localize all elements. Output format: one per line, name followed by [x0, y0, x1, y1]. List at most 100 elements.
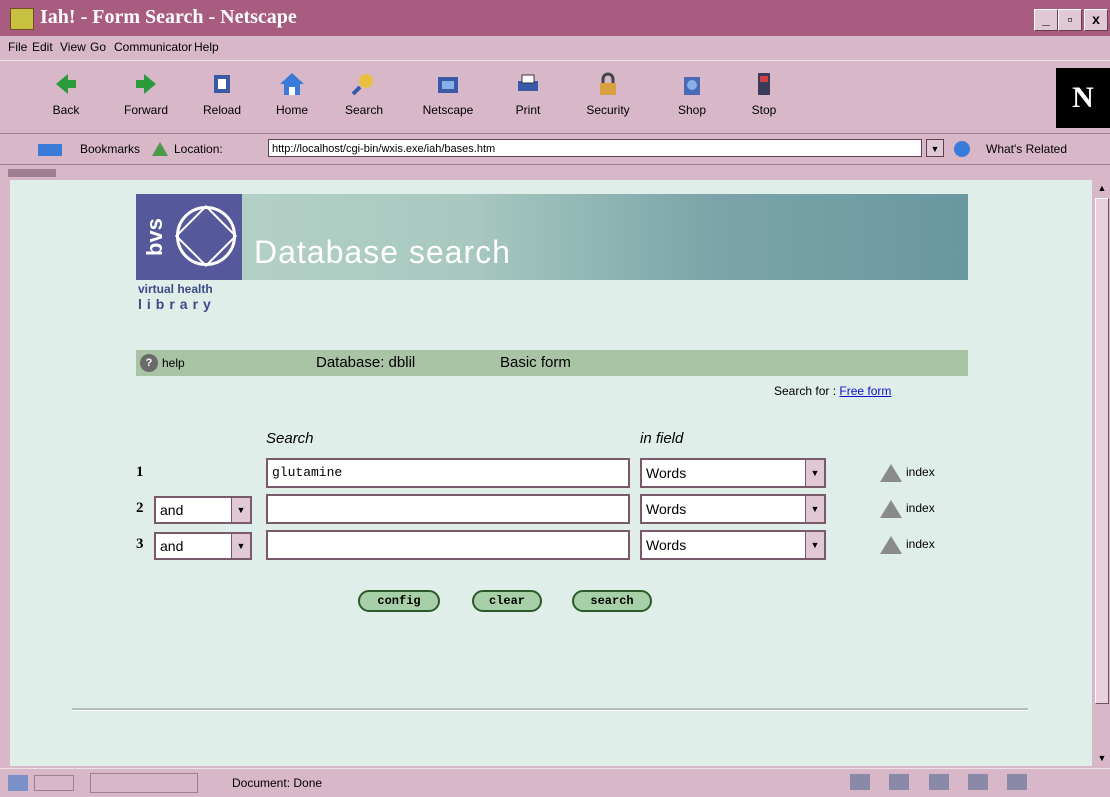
close-button[interactable]: x	[1084, 9, 1108, 31]
help-bar: ? help Database: dblil Basic form	[136, 350, 968, 376]
vhl-line1: virtual health	[138, 282, 213, 296]
scroll-thumb[interactable]	[1095, 198, 1109, 704]
page-content: bvs Database search virtual health libra…	[10, 180, 1092, 766]
scroll-up-icon[interactable]: ▲	[1094, 180, 1110, 196]
index-link-3[interactable]: index	[880, 536, 935, 554]
search-term-input-3[interactable]	[266, 530, 630, 560]
url-input[interactable]: http://localhost/cgi-bin/wxis.exe/iah/ba…	[268, 139, 922, 157]
netscape-icon	[438, 77, 458, 93]
collapse-tab-strip	[0, 165, 1110, 179]
warning-triangle-icon	[880, 500, 902, 518]
menu-edit[interactable]: Edit	[32, 40, 53, 54]
address-book-icon[interactable]	[968, 774, 989, 790]
browser-window: Iah! - Form Search - Netscape _ ▫ x File…	[0, 0, 1110, 797]
search-submit-button[interactable]: search	[572, 590, 652, 612]
chevron-down-icon: ▼	[805, 496, 824, 522]
help-link[interactable]: help	[162, 356, 185, 370]
vertical-scrollbar[interactable]: ▲ ▼	[1094, 180, 1110, 766]
reload-button[interactable]: Reload	[192, 67, 252, 129]
composer-icon[interactable]	[1007, 774, 1028, 790]
forward-button[interactable]: Forward	[116, 67, 176, 129]
bvs-logo-text: bvs	[142, 218, 167, 256]
database-label: Database: dblil	[316, 354, 416, 371]
location-toolbar: Bookmarks Location: http://localhost/cgi…	[0, 134, 1110, 165]
index-link-2[interactable]: index	[880, 500, 935, 518]
menu-go[interactable]: Go	[90, 40, 106, 54]
search-term-input-2[interactable]	[266, 494, 630, 524]
status-text: Document: Done	[232, 776, 323, 790]
home-icon	[280, 73, 304, 95]
search-for-label: Search for :	[774, 384, 837, 398]
collapse-tab[interactable]	[8, 169, 56, 177]
home-button[interactable]: Home	[262, 67, 322, 129]
url-dropdown-button[interactable]: ▼	[926, 139, 944, 157]
security-button[interactable]: Security	[578, 67, 638, 129]
search-label: Search	[344, 103, 384, 117]
index-link-1[interactable]: index	[880, 464, 935, 482]
field-select-3[interactable]: Words ▼	[640, 530, 826, 560]
chevron-down-icon: ▼	[805, 460, 824, 486]
mail-icon[interactable]	[889, 774, 910, 790]
navigation-toolbar: Back Forward Reload Home Search Netscape…	[0, 60, 1110, 134]
stop-button[interactable]: Stop	[734, 67, 794, 129]
content-left-edge	[0, 180, 10, 766]
row-number-1: 1	[136, 464, 144, 480]
config-button[interactable]: config	[358, 590, 440, 612]
bvs-logo: bvs	[136, 194, 242, 280]
field-select-2[interactable]: Words ▼	[640, 494, 826, 524]
help-icon[interactable]: ?	[140, 354, 158, 372]
maximize-button[interactable]: ▫	[1058, 9, 1082, 31]
clear-button[interactable]: clear	[472, 590, 542, 612]
reload-label: Reload	[202, 103, 242, 117]
navigator-icon[interactable]	[850, 774, 870, 790]
search-button[interactable]: Search	[334, 67, 394, 129]
print-button[interactable]: Print	[498, 67, 558, 129]
bookmarks-button[interactable]: Bookmarks	[80, 142, 140, 156]
app-icon	[10, 8, 34, 30]
menu-view[interactable]: View	[60, 40, 86, 54]
menu-help[interactable]: Help	[194, 40, 219, 54]
shop-label: Shop	[677, 103, 707, 117]
stop-label: Stop	[751, 103, 777, 117]
netscape-logo[interactable]: N	[1056, 68, 1110, 128]
free-form-link[interactable]: Free form	[839, 384, 891, 398]
vhl-line2: library	[138, 296, 216, 312]
shop-button[interactable]: Shop	[662, 67, 722, 129]
location-label: Location:	[174, 142, 223, 156]
database-search-banner: bvs Database search	[136, 194, 968, 280]
reload-icon	[214, 75, 230, 93]
row-number-2: 2	[136, 500, 144, 516]
newsgroups-icon[interactable]	[928, 774, 949, 790]
warning-triangle-icon	[880, 536, 902, 554]
operator-select-3[interactable]: and ▼	[154, 532, 252, 560]
connection-icon	[8, 775, 28, 791]
component-bar	[850, 774, 1100, 792]
chevron-down-icon: ▼	[805, 532, 824, 558]
chevron-down-icon: ▼	[231, 534, 250, 558]
operator-select-2[interactable]: and ▼	[154, 496, 252, 524]
chevron-down-icon: ▼	[231, 498, 250, 522]
banner-title: Database search	[254, 234, 511, 270]
field-select-2-value: Words	[646, 501, 687, 517]
lock-icon	[600, 72, 616, 95]
stop-icon	[758, 73, 770, 95]
netscape-label: Netscape	[422, 103, 474, 117]
field-select-1[interactable]: Words ▼	[640, 458, 826, 488]
menu-communicator[interactable]: Communicator	[114, 40, 192, 54]
warning-triangle-icon	[880, 464, 902, 482]
back-button[interactable]: Back	[36, 67, 96, 129]
whats-related-icon	[954, 141, 970, 157]
scroll-down-icon[interactable]: ▼	[1094, 750, 1110, 766]
search-term-input-1[interactable]: glutamine	[266, 458, 630, 488]
back-arrow-icon	[56, 74, 76, 94]
shop-icon	[684, 77, 700, 95]
location-icon	[152, 142, 168, 156]
minimize-button[interactable]: _	[1034, 9, 1058, 31]
field-select-3-value: Words	[646, 537, 687, 553]
status-bar: Document: Done	[0, 768, 1110, 797]
back-label: Back	[52, 103, 80, 117]
menu-file[interactable]: File	[8, 40, 27, 54]
netscape-button[interactable]: Netscape	[418, 67, 478, 129]
forward-label: Forward	[123, 103, 168, 117]
whats-related-button[interactable]: What's Related	[986, 142, 1067, 156]
